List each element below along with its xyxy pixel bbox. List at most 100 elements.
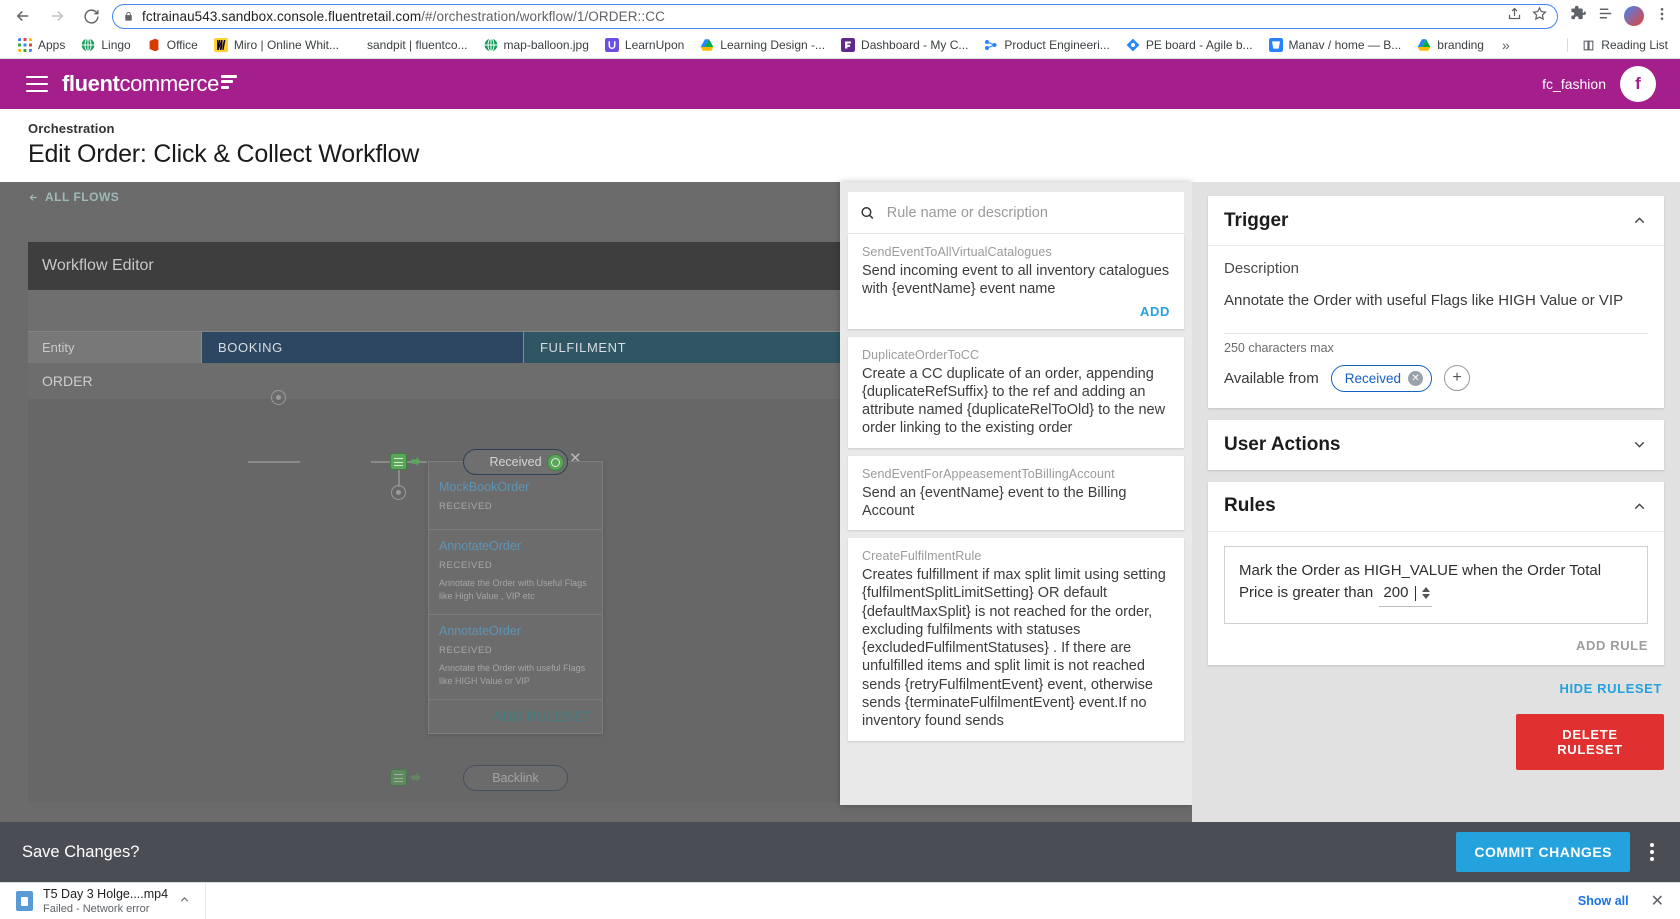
state-pill-label: Backlink [492, 771, 539, 785]
brand-bold: fluent [62, 71, 119, 97]
entity-row-label: ORDER [42, 373, 93, 389]
chip-remove-icon[interactable]: ✕ [1408, 371, 1423, 386]
bookmark-label: Lingo [101, 38, 130, 52]
forward-button[interactable] [42, 1, 72, 31]
bookmark-label: Product Engineeri... [1004, 38, 1109, 52]
rules-card: Rules Mark the Order as HIGH_VALUE when … [1208, 482, 1664, 665]
description-value[interactable]: Annotate the Order with useful Flags lik… [1224, 291, 1648, 311]
share-icon[interactable] [1507, 6, 1522, 26]
arrow-right-icon [409, 455, 422, 468]
add-state-button[interactable]: + [1444, 365, 1470, 391]
ruleset-item[interactable]: AnnotateOrder RECEIVED Annotate the Orde… [429, 530, 602, 615]
chevron-up-icon[interactable] [1631, 212, 1648, 229]
download-item[interactable]: T5 Day 3 Holge....mp4 Failed - Network e… [0, 883, 206, 919]
bookmark-lingo[interactable]: Lingo [73, 36, 138, 54]
delete-ruleset-button[interactable]: DELETE RULESET [1516, 714, 1664, 770]
rule-threshold-stepper[interactable]: 200 [1379, 582, 1432, 607]
detail-panel: Trigger Description Annotate the Order w… [1192, 182, 1680, 822]
graph-start-node[interactable] [271, 390, 286, 405]
bookmark-label: Manav / home — B... [1289, 38, 1402, 52]
brand-logo[interactable]: fluentcommerce [62, 71, 237, 97]
rule-name: SendEventToAllVirtualCatalogues [862, 245, 1170, 259]
close-icon[interactable]: ✕ [1651, 891, 1664, 911]
show-all-downloads-button[interactable]: Show all [1578, 894, 1629, 908]
bookmark-dashboard[interactable]: Dashboard - My C... [833, 36, 976, 54]
rule-description: Send an {eventName} event to the Billing… [862, 484, 1170, 521]
chevron-down-icon[interactable] [1631, 436, 1648, 453]
download-shelf: T5 Day 3 Holge....mp4 Failed - Network e… [0, 882, 1680, 919]
bookmark-learnupon[interactable]: LearnUpon [597, 36, 692, 54]
user-actions-header[interactable]: User Actions [1208, 420, 1664, 470]
bookmarks-overflow-button[interactable]: » [1492, 35, 1520, 55]
bookmark-map-balloon[interactable]: map-balloon.jpg [476, 36, 597, 54]
state-pill-secondary[interactable]: Backlink [463, 765, 568, 791]
reading-list-label: Reading List [1601, 38, 1668, 52]
bookmark-pe-board[interactable]: PE board - Agile b... [1118, 36, 1261, 54]
bookmark-manav-home[interactable]: Manav / home — B... [1261, 36, 1410, 54]
dashboard-icon [841, 38, 855, 52]
bookmark-office[interactable]: Office [139, 36, 206, 54]
column-header-fulfilment[interactable]: FULFILMENT [524, 332, 846, 363]
back-button[interactable] [8, 1, 38, 31]
rule-threshold-value: 200 [1383, 582, 1408, 605]
add-rule-link[interactable]: ADD RULE [1208, 624, 1664, 665]
state-event-icon[interactable] [547, 454, 564, 471]
bookmark-branding[interactable]: branding [1409, 36, 1492, 54]
add-ruleset-button[interactable]: ADD RULESET [429, 700, 602, 733]
bookmark-product-engineering[interactable]: Product Engineeri... [976, 36, 1117, 54]
all-flows-link[interactable]: ALL FLOWS [28, 190, 119, 204]
ruleset-name: AnnotateOrder [439, 539, 592, 553]
ruleset-item[interactable]: AnnotateOrder RECEIVED Annotate the Orde… [429, 615, 602, 700]
jira-icon [984, 38, 998, 52]
ruleset-status: RECEIVED [439, 645, 592, 656]
commit-changes-button[interactable]: COMMIT CHANGES [1456, 832, 1630, 872]
chevron-up-icon[interactable] [1631, 498, 1648, 515]
bookmark-star-icon[interactable] [1532, 6, 1547, 26]
more-options-icon[interactable] [1646, 839, 1658, 865]
rule-library-card[interactable]: SendEventToAllVirtualCatalogues Send inc… [848, 234, 1184, 329]
rules-header[interactable]: Rules [1208, 482, 1664, 532]
ruleset-description: Annotate the Order with useful Flags lik… [439, 662, 592, 688]
hamburger-menu-icon[interactable] [26, 72, 48, 97]
hide-ruleset-link[interactable]: HIDE RULESET [1208, 677, 1664, 696]
status-chip-received[interactable]: Received ✕ [1331, 365, 1432, 392]
list-icon[interactable] [1597, 5, 1614, 27]
rule-library-card[interactable]: SendEventForAppeasementToBillingAccount … [848, 456, 1184, 531]
trigger-card: Trigger Description Annotate the Order w… [1208, 196, 1664, 408]
bookmark-sandpit[interactable]: sandpit | fluentco... [347, 36, 476, 54]
column-header-booking[interactable]: BOOKING [202, 332, 524, 363]
state-node-received: MockBookOrder RECEIVED AnnotateOrder REC… [428, 461, 603, 734]
profile-avatar[interactable] [1624, 6, 1644, 26]
bookmark-label: Dashboard - My C... [861, 38, 968, 52]
chrome-menu-icon[interactable] [1654, 6, 1670, 27]
rule-library-card[interactable]: CreateFulfilmentRule Creates fulfillment… [848, 538, 1184, 740]
rule-search-input[interactable] [885, 204, 1172, 222]
timer-node-icon[interactable] [391, 485, 406, 500]
rule-library-card[interactable]: DuplicateOrderToCC Create a CC duplicate… [848, 337, 1184, 448]
rule-expression-box[interactable]: Mark the Order as HIGH_VALUE when the Or… [1224, 546, 1648, 624]
stepper-arrows-icon[interactable] [1422, 587, 1430, 599]
reload-button[interactable] [76, 1, 106, 31]
address-bar[interactable]: fctrainau543.sandbox.console.fluentretai… [112, 4, 1558, 29]
add-rule-button[interactable]: ADD [862, 304, 1170, 319]
bookmark-apps[interactable]: Apps [10, 36, 73, 54]
chevron-up-icon[interactable] [178, 893, 191, 909]
event-in-icon[interactable] [390, 769, 407, 786]
rules-title: Rules [1224, 495, 1276, 517]
ruleset-status: RECEIVED [439, 560, 592, 571]
event-in-icon[interactable] [390, 453, 407, 470]
page-title: Edit Order: Click & Collect Workflow [28, 140, 1680, 169]
user-actions-title: User Actions [1224, 434, 1341, 456]
user-avatar[interactable]: f [1620, 66, 1656, 102]
reading-list-button[interactable]: Reading List [1567, 38, 1680, 52]
bookmark-miro[interactable]: Miro | Online Whit... [206, 36, 347, 54]
apps-grid-icon [18, 38, 32, 52]
brand-light: commerce [119, 71, 219, 97]
all-flows-label: ALL FLOWS [45, 190, 119, 204]
extensions-icon[interactable] [1570, 5, 1587, 27]
arrow-left-icon [28, 192, 39, 203]
trigger-header[interactable]: Trigger [1208, 196, 1664, 246]
rule-search-row [848, 192, 1184, 234]
globe-icon [484, 38, 498, 52]
bookmark-learning-design[interactable]: Learning Design -... [692, 36, 833, 54]
